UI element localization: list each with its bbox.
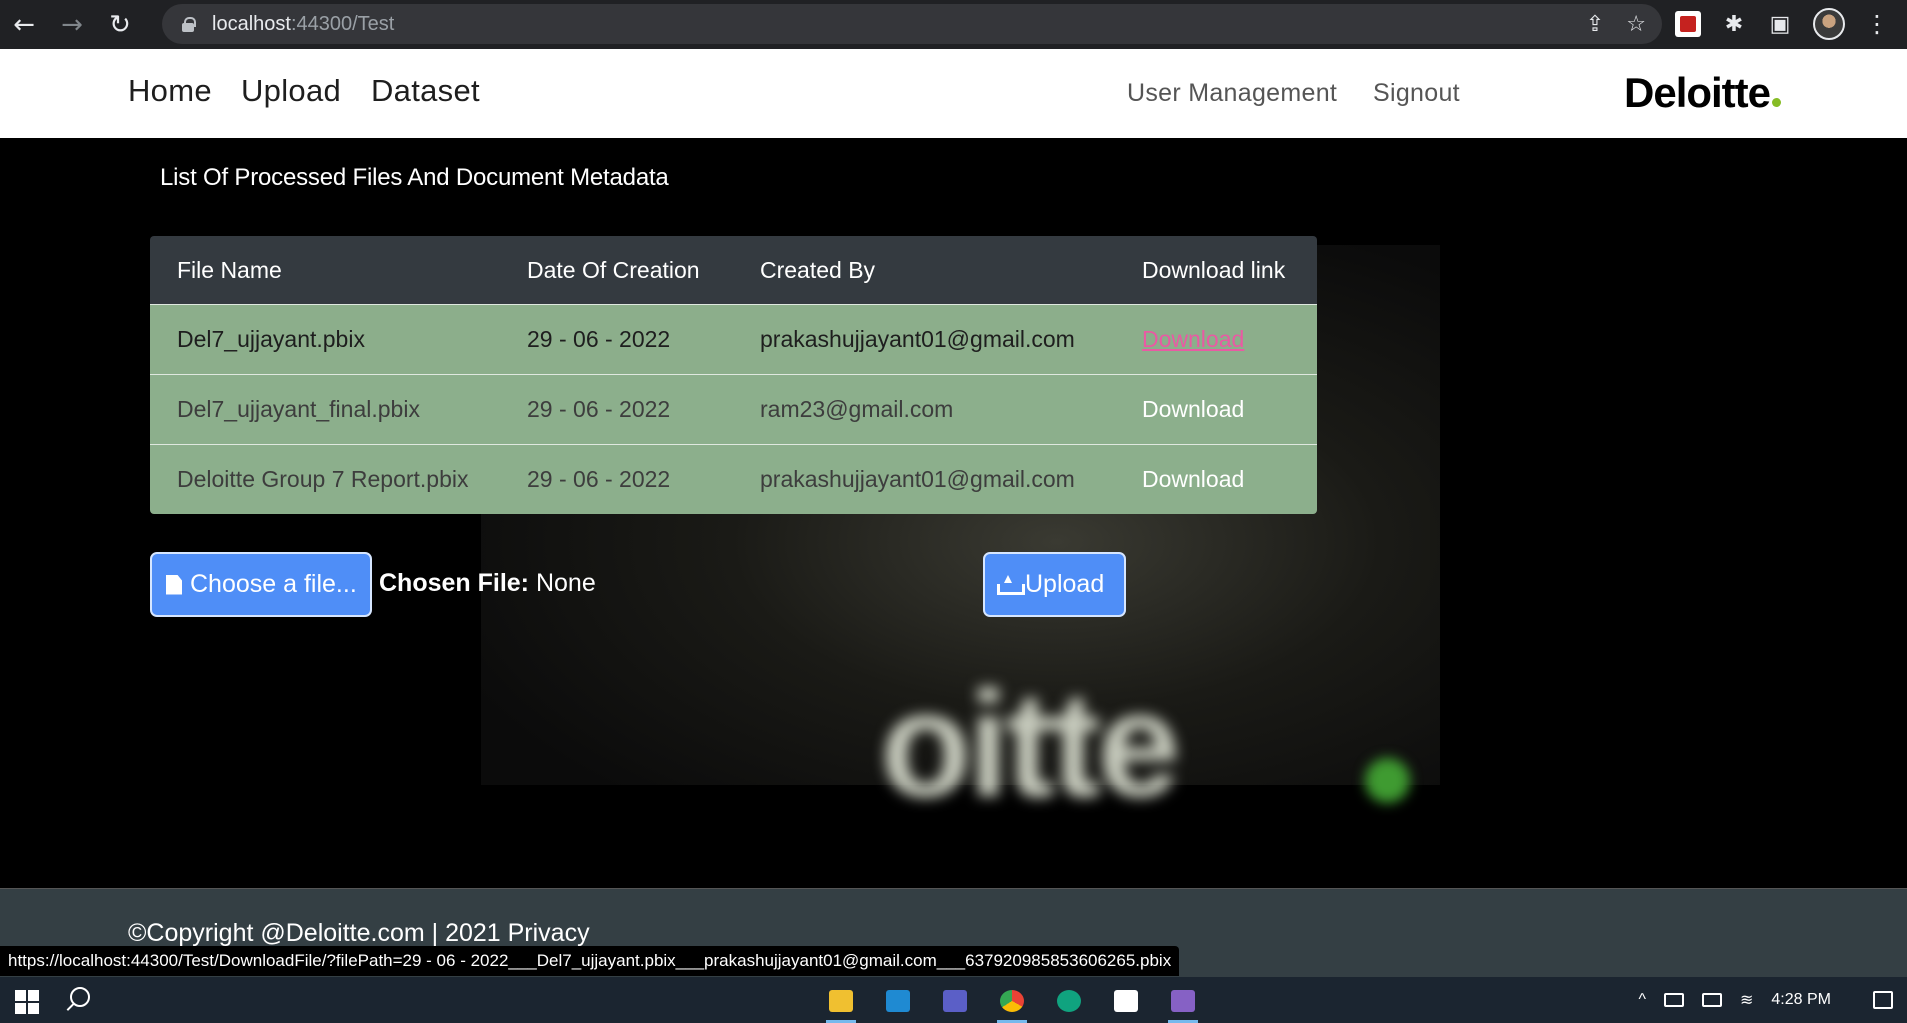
- header-date: Date Of Creation: [527, 256, 700, 283]
- address-bar[interactable]: localhost:44300/Test ⇪ ☆: [162, 4, 1662, 44]
- extensions-puzzle-icon[interactable]: ✱: [1721, 11, 1747, 37]
- reload-icon[interactable]: ↻: [96, 0, 144, 49]
- search-icon[interactable]: [70, 987, 90, 1007]
- cell-date: 29 - 06 - 2022: [527, 466, 671, 492]
- system-tray: ^ ≋ 4:28 PM: [1638, 977, 1893, 1023]
- cell-created-by: prakashujjayant01@gmail.com: [760, 326, 1075, 352]
- cell-date: 29 - 06 - 2022: [527, 326, 671, 352]
- browser-toolbar: ← → ↻ localhost:44300/Test ⇪ ☆ ✱ ▣ ⋮: [0, 0, 1907, 49]
- share-icon[interactable]: ⇪: [1586, 12, 1604, 37]
- table-header: File Name Date Of Creation Created By Do…: [150, 236, 1317, 304]
- download-link[interactable]: Download: [1142, 396, 1244, 422]
- table-row: Deloitte Group 7 Report.pbix 29 - 06 - 2…: [150, 444, 1317, 514]
- side-panel-icon[interactable]: ▣: [1767, 11, 1793, 37]
- forward-icon[interactable]: →: [48, 0, 96, 49]
- logo-green-dot: [1772, 98, 1782, 107]
- blurred-logo-dot: [1365, 758, 1410, 803]
- download-link[interactable]: Download: [1142, 466, 1244, 492]
- upload-button[interactable]: Upload: [983, 552, 1126, 617]
- cell-created-by: prakashujjayant01@gmail.com: [760, 466, 1075, 492]
- url-text[interactable]: localhost:44300/Test: [212, 13, 394, 36]
- nav-home-link[interactable]: Home: [128, 73, 212, 109]
- nav-dataset-link[interactable]: Dataset: [371, 73, 480, 109]
- file-upload-icon: [166, 574, 182, 595]
- copyright-text: ©Copyright @Deloitte.com | 2021 Privacy: [128, 919, 590, 947]
- profile-avatar[interactable]: [1813, 8, 1845, 40]
- chrome-icon[interactable]: [989, 983, 1035, 1023]
- site-navbar: Home Upload Dataset User Management Sign…: [0, 49, 1907, 138]
- cell-created-by: ram23@gmail.com: [760, 396, 954, 422]
- cell-file-name: Del7_ujjayant_final.pbix: [177, 396, 420, 422]
- box-icon[interactable]: [1103, 983, 1149, 1019]
- pdf-extension-icon[interactable]: [1675, 11, 1701, 37]
- nav-upload-link[interactable]: Upload: [241, 73, 341, 109]
- cell-file-name: Del7_ujjayant.pbix: [177, 326, 365, 352]
- page-title: List Of Processed Files And Document Met…: [160, 164, 669, 191]
- battery-icon[interactable]: [1702, 993, 1722, 1007]
- upload-icon: [997, 574, 1025, 595]
- back-icon[interactable]: ←: [0, 0, 48, 49]
- header-file-name: File Name: [177, 256, 282, 283]
- download-link[interactable]: Download: [1142, 326, 1244, 352]
- choose-file-button[interactable]: Choose a file...: [150, 552, 372, 617]
- vscode-icon[interactable]: [875, 983, 921, 1019]
- visual-studio-icon[interactable]: [1160, 983, 1206, 1023]
- header-download: Download link: [1142, 256, 1286, 283]
- bookmark-star-icon[interactable]: ☆: [1626, 12, 1646, 37]
- chevron-up-icon[interactable]: ^: [1638, 991, 1646, 1009]
- chosen-file-status: Chosen File: None: [379, 569, 596, 597]
- table-row: Del7_ujjayant_final.pbix 29 - 06 - 2022 …: [150, 374, 1317, 444]
- windows-taskbar: ^ ≋ 4:28 PM: [0, 977, 1907, 1023]
- deloitte-logo[interactable]: Deloitte: [1624, 69, 1782, 117]
- user-management-link[interactable]: User Management: [1127, 79, 1337, 108]
- menu-dots-icon[interactable]: ⋮: [1865, 10, 1889, 38]
- meet-now-icon[interactable]: [1664, 993, 1684, 1007]
- wifi-icon[interactable]: ≋: [1740, 990, 1753, 1010]
- lock-icon[interactable]: [182, 17, 196, 32]
- files-table: File Name Date Of Creation Created By Do…: [150, 236, 1317, 514]
- cell-file-name: Deloitte Group 7 Report.pbix: [177, 466, 469, 492]
- teams-icon[interactable]: [932, 983, 978, 1019]
- blurred-logo-text: oitte: [880, 660, 1181, 828]
- header-created-by: Created By: [760, 256, 876, 283]
- chatgpt-icon[interactable]: [1046, 983, 1092, 1019]
- clock-time[interactable]: 4:28 PM: [1771, 991, 1831, 1009]
- signout-link[interactable]: Signout: [1373, 79, 1460, 108]
- notifications-icon[interactable]: [1873, 991, 1893, 1009]
- cell-date: 29 - 06 - 2022: [527, 396, 671, 422]
- table-row: Del7_ujjayant.pbix 29 - 06 - 2022 prakas…: [150, 304, 1317, 374]
- status-bar-url: https://localhost:44300/Test/DownloadFil…: [0, 946, 1180, 976]
- file-explorer-icon[interactable]: [818, 983, 864, 1023]
- windows-start-icon[interactable]: [15, 990, 39, 1014]
